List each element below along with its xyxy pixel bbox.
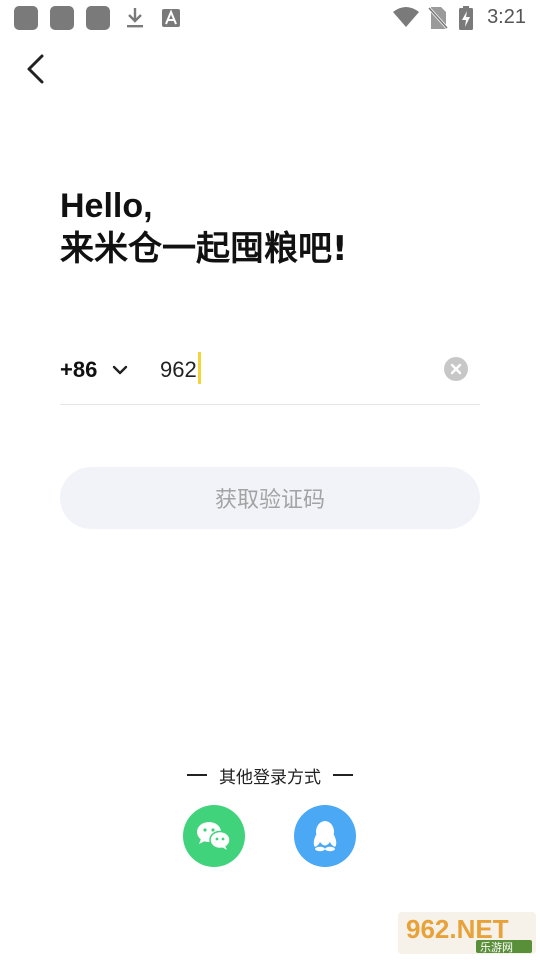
- wechat-icon: [197, 822, 231, 850]
- wechat-login-button[interactable]: [183, 805, 245, 867]
- watermark-sub: 乐游网: [480, 941, 513, 954]
- greeting-heading: Hello, 来米仓一起囤粮吧!: [60, 185, 348, 271]
- divider: [187, 774, 207, 776]
- app-notification-icon: [14, 6, 38, 30]
- other-login-label: 其他登录方式: [219, 767, 321, 788]
- close-icon: [450, 363, 462, 375]
- clear-input-button[interactable]: [444, 357, 468, 381]
- wifi-icon: [393, 7, 419, 27]
- chevron-down-icon: [113, 365, 128, 375]
- app-notification-icon: [86, 6, 110, 30]
- download-icon: [127, 8, 143, 28]
- clock-time: 3:21: [487, 6, 526, 28]
- country-code: +86: [60, 357, 98, 382]
- qq-penguin-icon: [313, 821, 337, 852]
- no-sim-icon: [428, 6, 448, 30]
- status-bar: 3:21: [0, 0, 540, 36]
- watermark-brand: 962.NET: [406, 914, 509, 944]
- font-icon: [162, 9, 180, 27]
- greeting-line-1: Hello,: [60, 187, 153, 225]
- battery-charging-icon: [459, 6, 473, 30]
- app-notification-icon: [50, 6, 74, 30]
- country-code-selector[interactable]: +86: [60, 354, 129, 386]
- other-login-section: 其他登录方式: [0, 762, 540, 788]
- divider: [333, 774, 353, 776]
- text-cursor: [198, 352, 201, 384]
- site-watermark-logo: 962.NET 乐游网: [398, 912, 536, 954]
- get-verification-code-button[interactable]: 获取验证码: [60, 467, 480, 529]
- phone-number-row: +86: [60, 340, 480, 405]
- back-button[interactable]: [18, 50, 54, 90]
- chevron-left-icon: [27, 54, 44, 84]
- greeting-line-2: 来米仓一起囤粮吧!: [60, 229, 348, 269]
- qq-login-button[interactable]: [294, 805, 356, 867]
